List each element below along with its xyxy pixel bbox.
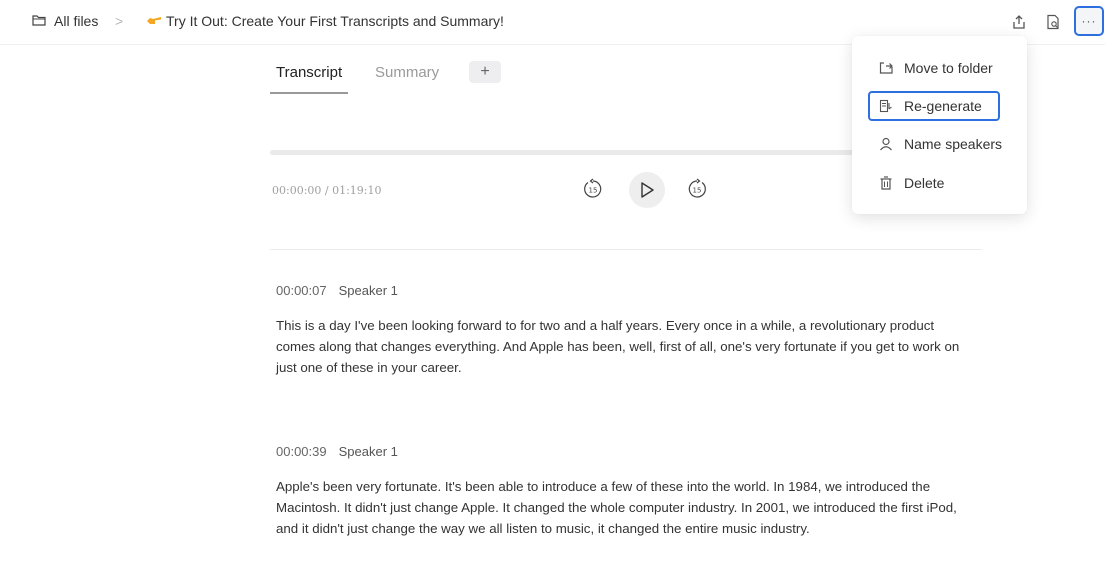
menu-item-name-speakers[interactable]: Name speakers	[868, 129, 1002, 159]
skip-forward-icon: 15	[688, 178, 706, 198]
transcript-segment: 00:00:39 Speaker 1 Apple's been very for…	[276, 444, 976, 539]
file-title: Try It Out: Create Your First Transcript…	[166, 13, 504, 29]
trash-icon	[878, 175, 894, 191]
play-button[interactable]	[629, 172, 665, 208]
menu-item-delete[interactable]: Delete	[868, 168, 944, 198]
skip-back-icon: 15	[584, 178, 602, 198]
transcript-segment: 00:00:07 Speaker 1 This is a day I've be…	[276, 283, 976, 378]
skip-forward-button[interactable]: 15	[686, 178, 708, 200]
folder-icon	[32, 13, 46, 29]
speaker-label[interactable]: Speaker 1	[339, 283, 398, 298]
breadcrumb-root[interactable]: All files	[32, 13, 98, 29]
menu-item-move-to-folder[interactable]: Move to folder	[868, 53, 993, 83]
share-icon[interactable]	[1007, 10, 1031, 34]
segment-timestamp[interactable]: 00:00:39	[276, 444, 327, 459]
person-icon	[878, 136, 894, 152]
more-label: ···	[1081, 14, 1097, 28]
playback-time: 00:00:00 / 01:19:10	[272, 184, 382, 197]
search-document-icon[interactable]	[1041, 10, 1065, 34]
play-icon	[641, 182, 654, 198]
segment-text: Apple's been very fortunate. It's been a…	[276, 479, 957, 536]
skip-forward-seconds: 15	[693, 187, 702, 195]
more-options-button[interactable]: ···	[1074, 6, 1104, 36]
move-folder-icon	[878, 60, 894, 76]
menu-item-label: Name speakers	[904, 136, 1003, 152]
active-tab-indicator	[270, 92, 348, 94]
tab-summary[interactable]: Summary	[375, 64, 439, 81]
skip-back-button[interactable]: 15	[582, 178, 604, 200]
speaker-label[interactable]: Speaker 1	[339, 444, 398, 459]
breadcrumb-file: Try It Out: Create Your First Transcript…	[146, 13, 504, 29]
segment-timestamp[interactable]: 00:00:07	[276, 283, 327, 298]
menu-item-label: Delete	[904, 175, 945, 191]
segment-text: This is a day I've been looking forward …	[276, 318, 960, 375]
breadcrumb-root-label: All files	[54, 13, 99, 29]
divider	[270, 249, 982, 250]
duration: / 01:19:10	[324, 184, 382, 197]
menu-item-label: Move to folder	[904, 60, 993, 76]
current-time: 00:00:00	[272, 184, 322, 197]
pointing-hand-icon	[146, 13, 162, 29]
menu-item-label: Re-generate	[904, 98, 982, 114]
skip-back-seconds: 15	[589, 187, 598, 195]
breadcrumb-separator: >	[115, 13, 124, 29]
segment-header: 00:00:07 Speaker 1	[276, 283, 976, 298]
more-options-menu: Move to folder Re-generate Name speakers…	[852, 36, 1027, 214]
regenerate-icon	[878, 98, 894, 114]
menu-item-regenerate[interactable]: Re-generate	[868, 91, 1000, 121]
segment-header: 00:00:39 Speaker 1	[276, 444, 976, 459]
add-tab-button[interactable]: +	[469, 61, 501, 83]
tab-transcript[interactable]: Transcript	[276, 64, 342, 81]
